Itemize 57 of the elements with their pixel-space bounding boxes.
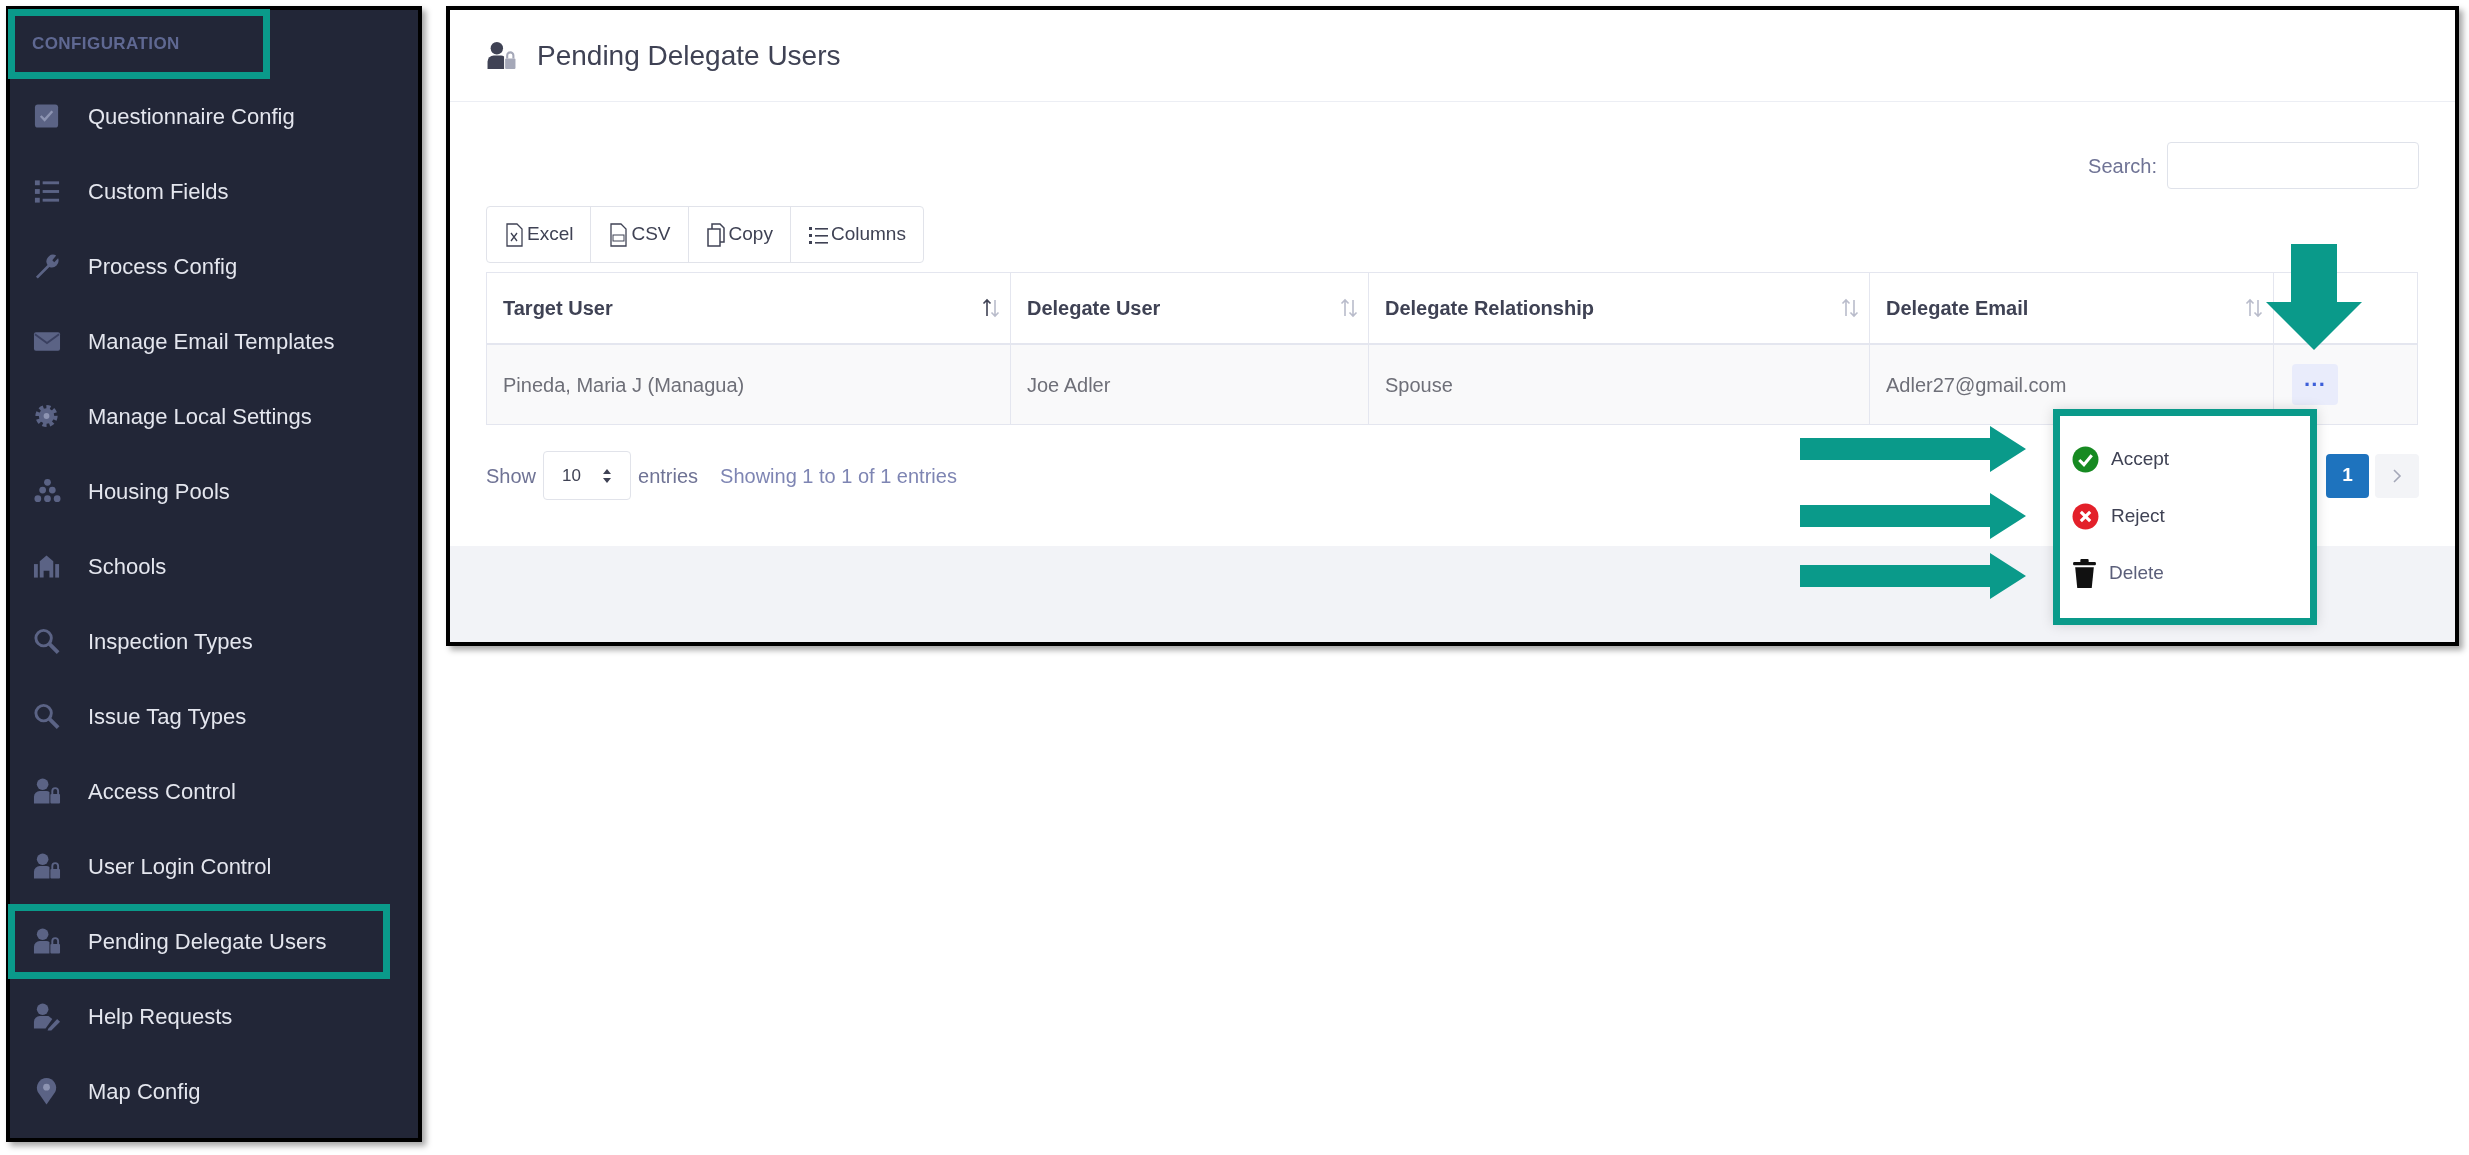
user-lock-icon [33,777,61,806]
sidebar-item[interactable]: Manage Local Settings [8,379,390,454]
toolbar-button[interactable]: Copy [687,207,790,262]
toolbar-button[interactable]: Excel [487,207,591,262]
sidebar-item[interactable]: Questionnaire Config [8,79,390,154]
user-lock-icon [33,852,61,881]
page-title: Pending Delegate Users [537,38,841,73]
sort-caret-icon [602,467,613,484]
toolbar-button[interactable]: CSV [590,207,688,262]
sidebar-item[interactable]: Issue Tag Types [8,679,390,754]
table-cell: Pineda, Maria J (Managua) [487,345,1011,424]
user-pencil-icon [33,1002,61,1031]
check-circle-icon [2072,446,2099,473]
file-icon [608,222,629,247]
sidebar-item[interactable]: Housing Pools [8,454,390,529]
table-cell: Spouse [1369,345,1870,424]
entries-info: Showing 1 to 1 of 1 entries [720,463,957,489]
sidebar-item[interactable]: Manage Email Templates [8,304,390,379]
sidebar-item[interactable]: Help Requests [8,979,390,1054]
sidebar-item[interactable]: Inspection Types [8,604,390,679]
menu-item[interactable]: Delete [2072,545,2310,602]
column-header[interactable]: Delegate Relationship [1369,273,1870,343]
next-page-button[interactable] [2375,453,2419,498]
search-icon [33,702,61,731]
file-x-icon [504,222,524,247]
checkbox-icon [33,102,61,131]
close-circle-icon [2072,503,2099,530]
entries-label: entries [638,463,699,489]
chevron-right-icon [2392,467,2402,484]
sidebar-item[interactable]: Pending Delegate Users [8,904,390,979]
section-title: CONFIGURATION [32,33,180,56]
search-icon [33,627,61,656]
user-lock-icon [485,40,518,71]
table-cell: Joe Adler [1011,345,1369,424]
sidebar-item[interactable]: Process Config [8,229,390,304]
toolbar-button[interactable]: Columns [789,207,923,262]
list-icon [33,177,61,206]
page-size-select[interactable]: 10 [543,451,632,500]
more-button[interactable]: ··· [2292,364,2338,405]
sidebar-item[interactable]: Map Config [8,1054,390,1129]
user-lock-icon [33,927,61,956]
page-button[interactable]: 1 [2326,453,2369,498]
search-field[interactable] [2167,142,2419,189]
sidebar-item[interactable]: User Login Control [8,829,390,904]
sidebar-item[interactable]: Custom Fields [8,154,390,229]
copy-icon [705,222,726,247]
column-header[interactable]: Target User [487,273,1011,343]
menu-item[interactable]: Reject [2072,488,2310,545]
sidebar-item[interactable]: Schools [8,529,390,604]
menu-item[interactable]: Accept [2072,431,2310,488]
show-label: Show [486,463,537,489]
column-header[interactable]: Delegate User [1011,273,1369,343]
wrench-icon [33,252,61,281]
search-label: Search: [2088,153,2157,179]
sidebar-item[interactable]: Access Control [8,754,390,829]
building-icon [33,552,61,581]
trash-icon [2072,559,2097,588]
